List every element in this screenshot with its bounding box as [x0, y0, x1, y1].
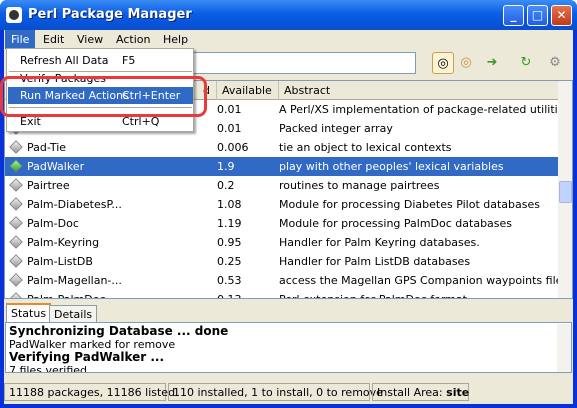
package-icon [9, 273, 23, 287]
app-icon [6, 7, 22, 23]
menu-bar: File Edit View Action Help [4, 30, 573, 49]
tab-status[interactable]: Status [6, 303, 52, 323]
title-bar[interactable]: Perl Package Manager _ □ ✕ [0, 0, 577, 30]
log-line: Synchronizing Database ... done [9, 324, 229, 338]
maximize-button[interactable]: □ [527, 5, 548, 26]
package-icon [9, 292, 23, 298]
install-area: Install Area: site [372, 383, 469, 401]
package-version: 0.95 [217, 236, 242, 249]
status-bar: 11188 packages, 11186 listed 110 install… [4, 382, 573, 402]
log-line: Verifying PadWalker ... [9, 350, 165, 364]
vertical-scrollbar[interactable] [558, 81, 572, 298]
package-version: 1.08 [217, 198, 242, 211]
menu-help[interactable]: Help [157, 30, 194, 49]
installed-packages-icon[interactable]: ◎ [455, 52, 477, 74]
package-abstract: routines to manage pairtrees [279, 179, 440, 192]
package-version: 0.25 [217, 255, 242, 268]
table-row[interactable]: Palm-Magellan-... 0.53 access the Magellan… [5, 271, 559, 290]
package-abstract: tie an object to lexical contexts [279, 141, 452, 154]
log-tabs: Status Details [4, 303, 573, 323]
package-version: 0.01 [217, 122, 242, 135]
menu-view[interactable]: View [71, 30, 109, 49]
package-version: 0.006 [217, 141, 249, 154]
package-name: Palm-Magellan-... [27, 274, 122, 287]
column-abstract[interactable]: Abstract [279, 81, 558, 100]
package-name: Palm-Keyring [27, 236, 100, 249]
table-row[interactable]: Palm-Keyring 0.95 Handler for Palm Keyring… [5, 233, 558, 252]
package-version: 0.01 [217, 103, 242, 116]
package-version: 1.9 [217, 160, 235, 173]
package-name: Pairtree [27, 179, 70, 192]
package-name: Pad-Tie [27, 141, 67, 154]
search-input[interactable] [182, 52, 416, 74]
package-abstract: Packed integer array [279, 122, 393, 135]
package-abstract: play with other peoples' lexical variabl… [279, 160, 504, 173]
table-row[interactable]: Palm-PalmDoc0.13 Perl extension for PalmD… [5, 290, 559, 298]
package-icon [9, 140, 23, 154]
column-available[interactable]: Available [217, 81, 279, 100]
menu-action[interactable]: Action [110, 30, 156, 49]
log-line: 7 files verified [9, 364, 88, 373]
window-title: Perl Package Manager [28, 7, 192, 22]
package-version: 0.2 [217, 179, 235, 192]
table-row[interactable]: PadWalker 1.9 play with other peoples' lex… [5, 157, 558, 176]
package-name: Palm-PalmDoc [27, 290, 217, 298]
app-window: Perl Package Manager _ □ ✕ File Edit Vie… [0, 0, 577, 408]
action-count: 110 installed, 1 to install, 0 to remove [168, 383, 383, 401]
package-abstract: Module for processing PalmDoc databases [279, 217, 513, 230]
package-abstract: Handler for Palm Keyring databases. [279, 236, 480, 249]
minimize-button[interactable]: _ [503, 5, 524, 26]
table-row[interactable]: Palm-Doc 1.19 Module for processing PalmDo… [5, 214, 558, 233]
table-row[interactable]: Palm-DiabetesP... 1.08 Module for processi… [5, 195, 558, 214]
tab-details[interactable]: Details [49, 305, 98, 323]
package-name: PadWalker [27, 160, 85, 173]
table-row[interactable]: Palm-ListDB 0.25 Handler for Palm ListDB d… [5, 252, 558, 271]
log-scrollbar[interactable] [557, 324, 571, 372]
status-log: Synchronizing Database ... done PadWalke… [5, 322, 572, 373]
package-abstract: A Perl/XS implementation of package-rela… [279, 103, 559, 116]
package-icon [9, 178, 23, 192]
package-icon [9, 216, 23, 230]
package-icon [9, 254, 23, 268]
package-name: Palm-Doc [27, 217, 79, 230]
table-row[interactable]: Pad-Tie 0.006 tie an object to lexical con… [5, 138, 558, 157]
package-icon [9, 159, 23, 173]
all-packages-icon[interactable]: ◎ [432, 52, 454, 74]
package-abstract: access the Magellan GPS Companion waypoi… [279, 274, 559, 287]
menu-item-label: Refresh All Data [20, 54, 109, 67]
package-abstract: Handler for Palm ListDB databases [279, 255, 471, 268]
menu-file[interactable]: File [5, 30, 36, 49]
package-name: Palm-ListDB [27, 255, 93, 268]
package-icon [9, 197, 23, 211]
upgradable-arrow-icon[interactable]: ➜ [481, 52, 503, 74]
table-row[interactable]: Pairtree 0.2 routines to manage pairtrees [5, 176, 558, 195]
run-actions-icon[interactable]: ↻ [515, 52, 537, 74]
package-version: 0.53 [217, 274, 242, 287]
package-count: 11188 packages, 11186 listed [4, 383, 175, 401]
menu-edit[interactable]: Edit [37, 30, 70, 49]
package-name: Palm-DiabetesP... [27, 198, 122, 211]
package-abstract: Perl extension for PalmDoc format [279, 290, 559, 298]
install-area-label: Install Area: [377, 386, 443, 399]
gear-icon[interactable]: ⚙ [544, 52, 566, 74]
close-button[interactable]: ✕ [551, 5, 572, 26]
menu-item-refresh[interactable]: Refresh All Data F5 [8, 52, 193, 69]
install-area-value: site [446, 386, 470, 399]
scroll-thumb[interactable] [559, 181, 572, 203]
menu-item-shortcut: F5 [122, 54, 136, 67]
highlight-outline [0, 76, 207, 117]
package-version: 1.19 [217, 217, 242, 230]
package-version: 0.13 [217, 290, 274, 298]
package-icon [9, 235, 23, 249]
package-abstract: Module for processing Diabetes Pilot dat… [279, 198, 540, 211]
